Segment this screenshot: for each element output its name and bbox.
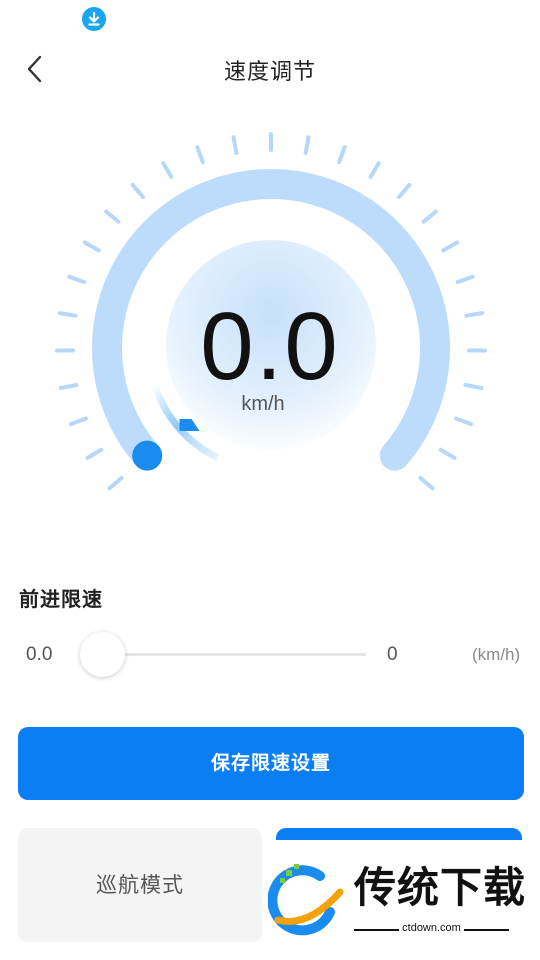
gauge-tick (397, 182, 412, 200)
slider-unit-label: (km/h) (472, 645, 521, 664)
gauge-handle (132, 440, 163, 471)
gauge-tick (69, 416, 88, 427)
page-title: 速度调节 (223, 60, 316, 85)
speed-unit: km/h (241, 393, 285, 415)
speed-value: 0.0 (200, 293, 340, 400)
watermark-logo (268, 864, 344, 936)
gauge-tick (130, 182, 145, 200)
gauge-tick (441, 240, 460, 253)
cruise-mode-button[interactable]: 巡航模式 (18, 828, 262, 942)
download-icon (82, 7, 106, 31)
gauge-tick (454, 416, 473, 427)
gauge-tick (438, 447, 457, 460)
section-title-forward-limit: 前进限速 (19, 587, 103, 611)
slider-min-label: 0.0 (26, 644, 53, 665)
gauge-tick (67, 274, 87, 285)
speed-limit-slider-track[interactable] (100, 653, 366, 656)
watermark-text: 传统下载 (354, 863, 527, 912)
gauge-tick (82, 240, 101, 253)
gauge-tick (104, 209, 121, 224)
gauge-tick (107, 475, 124, 491)
gauge-tick (337, 145, 347, 165)
gauge-tick (455, 274, 475, 285)
gauge-tick (303, 135, 311, 156)
gauge-tick (368, 161, 381, 179)
speed-limit-slider-thumb[interactable] (80, 632, 125, 677)
gauge-tick (231, 135, 239, 156)
gauge-tick (161, 161, 174, 179)
gauge-tick (421, 209, 438, 224)
watermark-sub: ctdown.com (354, 922, 509, 934)
gauge-pointer (179, 418, 200, 431)
gauge-tick (85, 447, 104, 460)
save-limit-button[interactable]: 保存限速设置 (18, 727, 524, 800)
gauge-tick (195, 145, 205, 165)
slider-max-label: 0 (387, 644, 398, 665)
gauge-tick (418, 475, 435, 491)
